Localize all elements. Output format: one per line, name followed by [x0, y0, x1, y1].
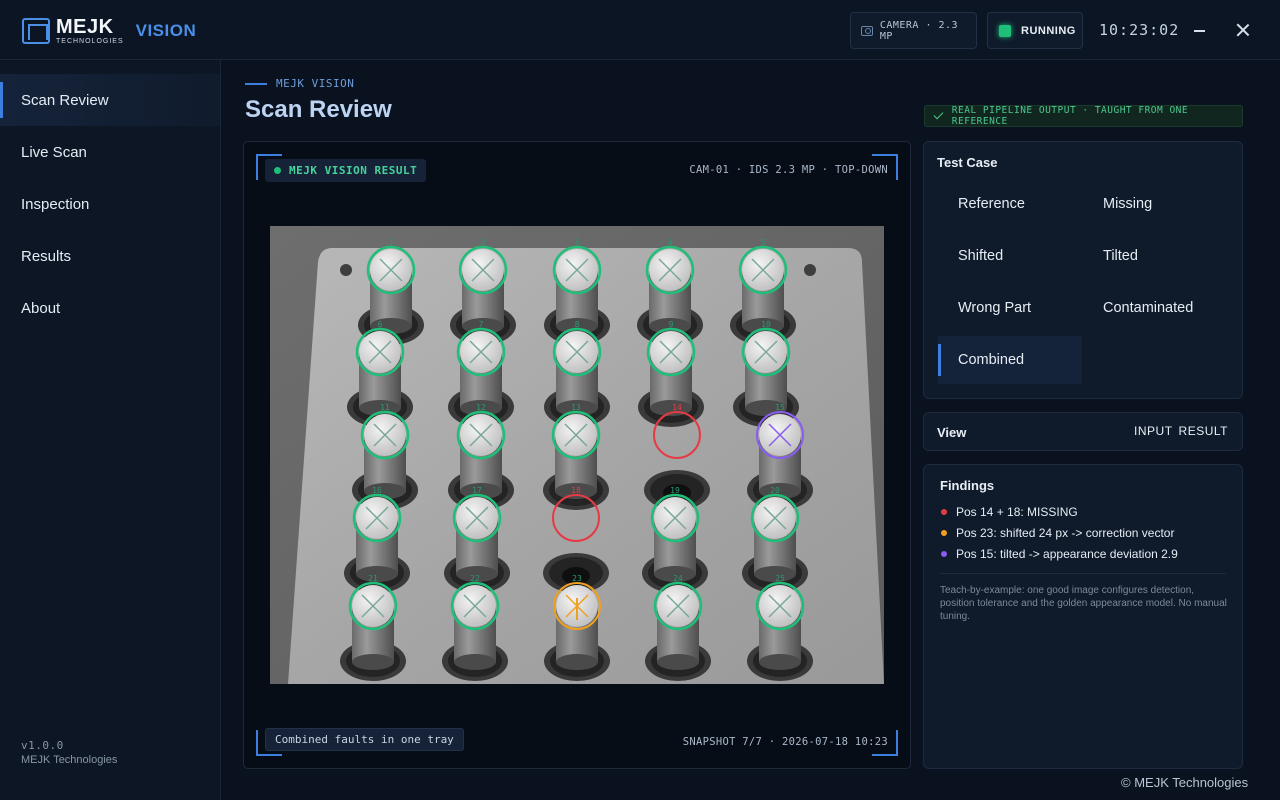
pipeline-badge: REAL PIPELINE OUTPUT · TAUGHT FROM ONE R… [924, 105, 1243, 127]
view-input-button[interactable]: INPUT [1134, 424, 1173, 438]
findings-panel: Findings Pos 14 + 18: MISSING Pos 23: sh… [923, 464, 1243, 769]
test-case-combined[interactable]: Combined [938, 336, 1082, 384]
view-panel: View INPUT RESULT [923, 412, 1243, 451]
breadcrumb-label: MEJK VISION [276, 77, 355, 90]
snapshot-info: SNAPSHOT 7/7 · 2026-07-18 10:23 [682, 736, 888, 748]
test-case-contaminated[interactable]: Contaminated [1083, 284, 1227, 332]
tilted-dot-icon [941, 551, 947, 557]
pin-bottom [352, 654, 394, 670]
result-viewer: MEJK VISION RESULT CAM-01 · IDS 2.3 MP ·… [243, 141, 911, 769]
position-label: 19 [670, 486, 680, 495]
title-bar: MEJK TECHNOLOGIES VISION CAMERA · 2.3 MP… [0, 0, 1280, 60]
position-label: 1 [389, 238, 394, 247]
mounting-hole [340, 264, 352, 276]
check-icon [933, 109, 944, 120]
logo-mark-icon [22, 18, 50, 44]
mounting-hole [804, 264, 816, 276]
divider [940, 573, 1226, 574]
test-case-shifted[interactable]: Shifted [938, 232, 1082, 280]
brand-name: MEJK [56, 16, 114, 38]
findings-title: Findings [940, 478, 995, 493]
copyright: © MEJK Technologies [1121, 775, 1249, 790]
position-label: 20 [770, 486, 780, 495]
product-name: VISION [135, 21, 197, 40]
running-status-pill: RUNNING [987, 12, 1083, 49]
view-result-button[interactable]: RESULT [1179, 424, 1228, 438]
position-label: 18 [571, 486, 581, 495]
sidebar-item-inspection[interactable]: Inspection [0, 178, 220, 230]
shifted-dot-icon [941, 530, 947, 536]
sidebar-item-results[interactable]: Results [0, 230, 220, 282]
finding-item: Pos 14 + 18: MISSING [941, 505, 1078, 519]
position-label: 8 [575, 320, 580, 329]
position-label: 6 [378, 320, 383, 329]
finding-text: Pos 23: shifted 24 px -> correction vect… [956, 526, 1175, 540]
test-case-panel: Test Case Reference Missing Shifted Tilt… [923, 141, 1243, 399]
eyebrow-line [245, 82, 267, 85]
view-title: View [937, 425, 967, 440]
position-label: 9 [669, 320, 674, 329]
pin-bottom [657, 654, 699, 670]
close-icon[interactable] [1236, 23, 1250, 37]
brand-sub: TECHNOLOGIES [56, 38, 124, 45]
view-toggle: INPUT RESULT [1134, 424, 1228, 438]
result-tag: MEJK VISION RESULT [265, 159, 427, 182]
clock: 10:23:02 [1099, 21, 1180, 39]
sidebar-item-live-scan[interactable]: Live Scan [0, 126, 220, 178]
caption-tag: Combined faults in one tray [265, 728, 464, 751]
position-label: 15 [775, 403, 785, 412]
position-label: 3 [575, 238, 580, 247]
status-indicator-icon [999, 24, 1011, 37]
position-label: 5 [761, 238, 766, 247]
page-title: Scan Review [245, 96, 392, 123]
position-label: 12 [476, 403, 486, 412]
position-label: 4 [668, 238, 673, 247]
position-label: 13 [571, 403, 581, 412]
position-label: 24 [673, 574, 683, 583]
position-label: 7 [479, 320, 484, 329]
findings-note: Teach-by-example: one good image configu… [940, 585, 1227, 622]
pin-bottom [759, 654, 801, 670]
missing-dot-icon [941, 509, 947, 515]
pipeline-badge-label: REAL PIPELINE OUTPUT · TAUGHT FROM ONE R… [951, 105, 1189, 127]
camera-info: CAM-01 · IDS 2.3 MP · TOP-DOWN [689, 164, 888, 176]
result-tag-label: MEJK VISION RESULT [289, 164, 418, 177]
app-version: v1.0.0 [21, 739, 64, 752]
sidebar-item-about[interactable]: About [0, 282, 220, 334]
inspection-image: 1 2 3 4 56 7 8 9 1011 12 13 14 1516 17 18 19 2021 22 23 24 2… [270, 226, 884, 684]
test-case-tilted[interactable]: Tilted [1083, 232, 1227, 280]
test-case-reference[interactable]: Reference [938, 180, 1082, 228]
finding-text: Pos 14 + 18: MISSING [956, 505, 1078, 519]
company-name: MEJK Technologies [21, 754, 118, 766]
position-label: 2 [481, 238, 486, 247]
test-case-missing[interactable]: Missing [1083, 180, 1227, 228]
minimize-icon[interactable] [1194, 30, 1205, 32]
result-status-icon [274, 167, 281, 174]
position-label: 14 [672, 403, 682, 412]
position-label: 11 [380, 403, 390, 412]
position-label: 16 [372, 486, 382, 495]
finding-item: Pos 15: tilted -> appearance deviation 2… [941, 547, 1178, 561]
camera-icon [861, 25, 873, 36]
breadcrumb: MEJK VISION [245, 77, 354, 90]
position-label: 21 [368, 574, 378, 583]
sidebar-item-scan-review[interactable]: Scan Review [0, 74, 220, 126]
sidebar: Scan Review Live Scan Inspection Results… [0, 60, 221, 800]
position-label: 22 [470, 574, 480, 583]
app-logo: MEJK TECHNOLOGIES VISION [22, 17, 196, 45]
camera-label: CAMERA · 2.3 MP [879, 19, 959, 42]
camera-status-pill: CAMERA · 2.3 MP [850, 12, 977, 49]
status-label: RUNNING [1021, 24, 1076, 37]
test-case-wrong-part[interactable]: Wrong Part [938, 284, 1082, 332]
position-label: 25 [775, 574, 785, 583]
pin-bottom [454, 654, 496, 670]
finding-text: Pos 15: tilted -> appearance deviation 2… [956, 547, 1178, 561]
test-case-title: Test Case [937, 155, 998, 170]
position-label: 23 [572, 574, 582, 583]
position-label: 17 [472, 486, 482, 495]
pin-bottom [556, 654, 598, 670]
finding-item: Pos 23: shifted 24 px -> correction vect… [941, 526, 1174, 540]
position-label: 10 [761, 320, 771, 329]
